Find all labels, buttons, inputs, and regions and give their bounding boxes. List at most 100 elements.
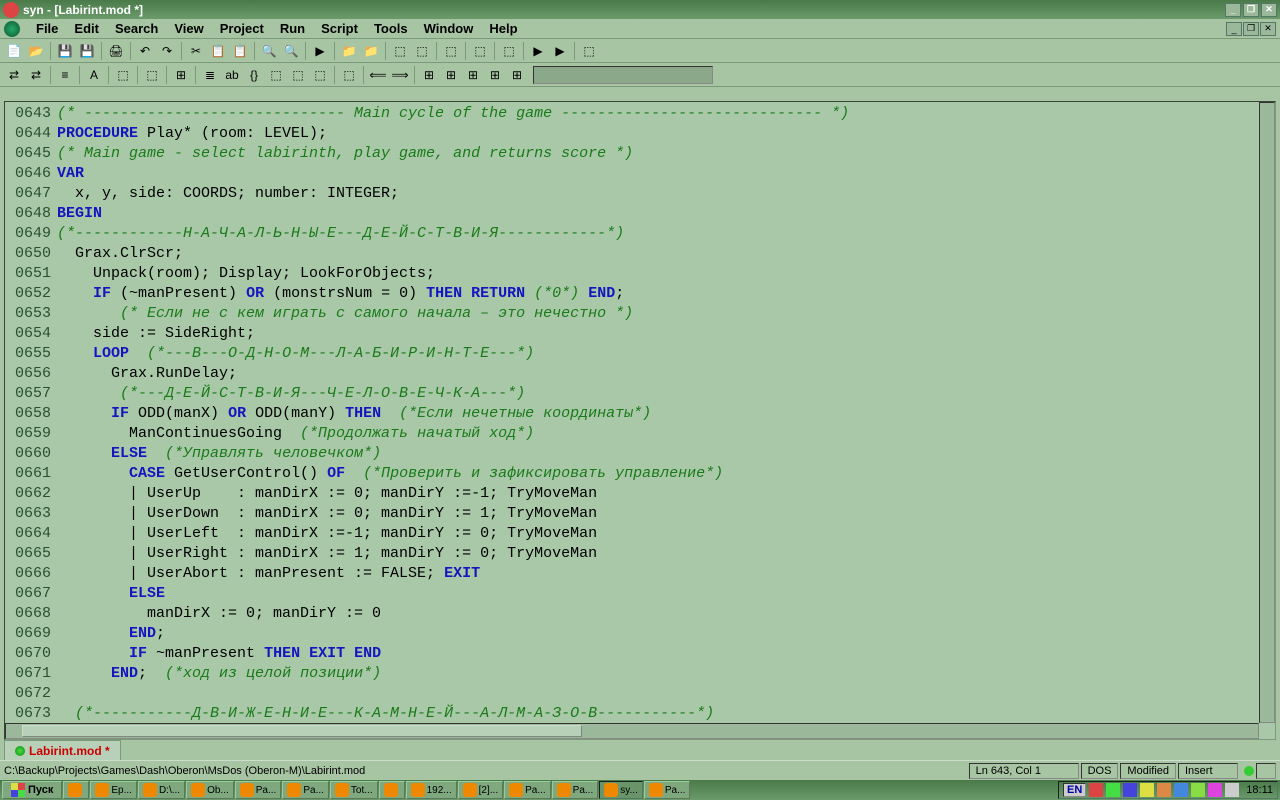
toolbar-button[interactable]: 🔍 [259,41,279,61]
toolbar-button[interactable]: ⬚ [310,65,330,85]
taskbar-task[interactable]: Pa... [644,781,691,799]
menu-search[interactable]: Search [107,19,166,38]
tray-icon[interactable] [1123,783,1137,797]
tray-icon[interactable] [1191,783,1205,797]
toolbar-button[interactable]: 📄 [4,41,24,61]
start-button[interactable]: Пуск [2,781,62,799]
taskbar-task[interactable]: Tot... [330,781,378,799]
status-modified: Modified [1120,763,1176,779]
horizontal-scrollbar[interactable] [5,723,1259,739]
tray-icon[interactable] [1157,783,1171,797]
line-number: 0656 [5,364,57,384]
toolbar-button[interactable]: ▶ [310,41,330,61]
toolbar-button[interactable]: ⟹ [390,65,410,85]
tray-icon[interactable] [1089,783,1103,797]
toolbar-button[interactable]: ⊞ [419,65,439,85]
toolbar-button[interactable]: ▶ [550,41,570,61]
toolbar-combo[interactable] [533,66,713,84]
toolbar-button[interactable]: 💾 [77,41,97,61]
maximize-button[interactable]: ❐ [1243,3,1259,17]
tray-icon[interactable] [1140,783,1154,797]
toolbar-button[interactable]: 📋 [208,41,228,61]
toolbar-button[interactable]: 📂 [26,41,46,61]
taskbar-task[interactable]: Pa... [282,781,329,799]
taskbar-task[interactable]: Pa... [235,781,282,799]
menu-help[interactable]: Help [481,19,525,38]
mdi-close-button[interactable]: ✕ [1260,22,1276,36]
menu-edit[interactable]: Edit [66,19,107,38]
menu-tools[interactable]: Tools [366,19,416,38]
toolbar-button[interactable]: ⊞ [485,65,505,85]
code-editor[interactable]: 0643(* ----------------------------- Mai… [4,101,1276,740]
toolbar-button[interactable]: ⬚ [288,65,308,85]
vertical-scrollbar[interactable] [1259,102,1275,723]
menu-window[interactable]: Window [416,19,482,38]
tray-icon[interactable] [1208,783,1222,797]
toolbar-button[interactable]: 📁 [339,41,359,61]
toolbar-button[interactable]: ⬚ [441,41,461,61]
toolbar-button[interactable]: ⬚ [339,65,359,85]
toolbar-button[interactable]: ⬚ [266,65,286,85]
toolbar-button[interactable]: 🔍 [281,41,301,61]
toolbar-button[interactable]: ⬚ [390,41,410,61]
toolbar-button[interactable]: ⬚ [113,65,133,85]
taskbar-task[interactable]: [2]... [458,781,503,799]
menu-project[interactable]: Project [212,19,272,38]
toolbar-button[interactable]: ⟸ [368,65,388,85]
mdi-maximize-button[interactable]: ❐ [1243,22,1259,36]
menu-view[interactable]: View [166,19,211,38]
toolbar-button[interactable]: 📋 [230,41,250,61]
toolbar-button[interactable]: ↶ [135,41,155,61]
taskbar-task[interactable]: sy... [599,781,643,799]
toolbar-button[interactable]: ⊞ [441,65,461,85]
windows-flag-icon [11,783,25,797]
taskbar-task[interactable]: Ob... [186,781,234,799]
minimize-button[interactable]: _ [1225,3,1241,17]
toolbar-button[interactable]: ≡ [55,65,75,85]
toolbar-button[interactable]: ab [222,65,242,85]
toolbar-button[interactable]: ⊞ [507,65,527,85]
menu-run[interactable]: Run [272,19,313,38]
taskbar-task[interactable] [63,781,89,799]
tab-label: Labirint.mod * [29,744,110,758]
toolbar-button[interactable]: ✂ [186,41,206,61]
toolbar-button[interactable]: ≣ [200,65,220,85]
toolbar-button[interactable]: ⇄ [26,65,46,85]
line-number: 0657 [5,384,57,404]
toolbar-button[interactable]: 📁 [361,41,381,61]
taskbar-task[interactable]: D:\... [138,781,185,799]
language-indicator[interactable]: EN [1063,783,1086,797]
toolbar-button[interactable]: 💾 [55,41,75,61]
toolbar-button[interactable]: ▶ [528,41,548,61]
tab-labirint[interactable]: Labirint.mod * [4,740,121,760]
toolbar-button[interactable]: {} [244,65,264,85]
toolbar-button[interactable]: ⬚ [412,41,432,61]
start-label: Пуск [28,784,53,796]
taskbar-task[interactable]: Pa... [504,781,551,799]
toolbar-button[interactable]: A [84,65,104,85]
clock[interactable]: 18:11 [1242,784,1273,796]
taskbar-task[interactable]: 192... [406,781,457,799]
mdi-minimize-button[interactable]: _ [1226,22,1242,36]
toolbar-button[interactable]: 🖨 [106,41,126,61]
toolbar-button[interactable]: ⬚ [142,65,162,85]
volume-icon[interactable] [1225,783,1239,797]
toolbar-button[interactable]: ↷ [157,41,177,61]
taskbar-task[interactable]: Pa... [552,781,599,799]
task-icon [557,783,571,797]
taskbar-task[interactable]: Ер... [90,781,137,799]
toolbar-button[interactable]: ⇄ [4,65,24,85]
status-extra [1256,763,1276,779]
taskbar-task[interactable] [379,781,405,799]
menu-script[interactable]: Script [313,19,366,38]
toolbar-button[interactable]: ⬚ [470,41,490,61]
toolbar-button[interactable]: ⬚ [499,41,519,61]
toolbar-button[interactable]: ⊞ [463,65,483,85]
toolbar-button[interactable]: ⊞ [171,65,191,85]
tray-icon[interactable] [1106,783,1120,797]
line-number: 0653 [5,304,57,324]
toolbar-button[interactable]: ⬚ [579,41,599,61]
close-button[interactable]: ✕ [1261,3,1277,17]
menu-file[interactable]: File [28,19,66,38]
tray-icon[interactable] [1174,783,1188,797]
